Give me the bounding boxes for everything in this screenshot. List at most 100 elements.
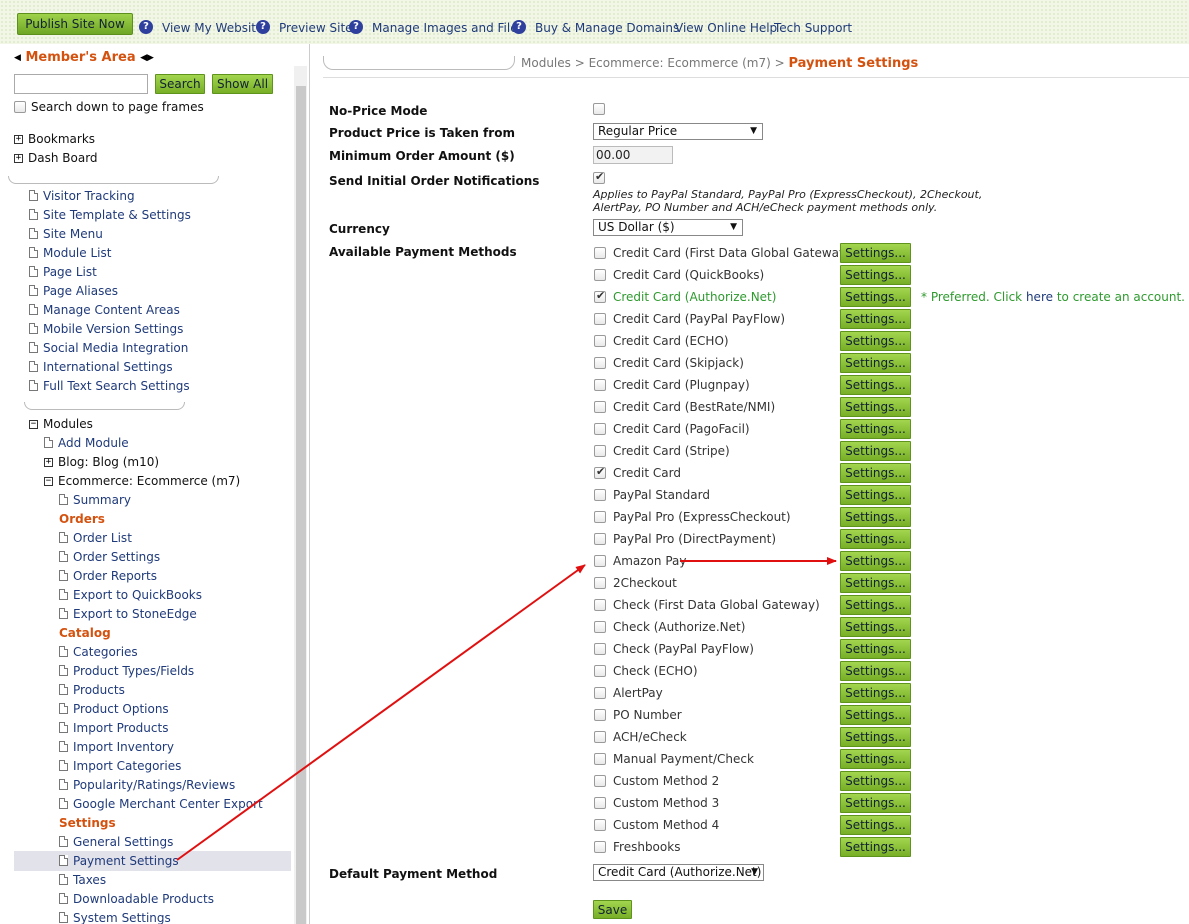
site-nav-link[interactable]: International Settings <box>29 358 173 376</box>
payment-method-checkbox[interactable] <box>594 555 606 567</box>
payment-method-settings-button[interactable]: Settings... <box>840 617 911 637</box>
payment-method-settings-button[interactable]: Settings... <box>840 661 911 681</box>
payment-method-settings-button[interactable]: Settings... <box>840 485 911 505</box>
payment-method-settings-button[interactable]: Settings... <box>840 727 911 747</box>
site-nav-link[interactable]: Site Template & Settings <box>29 206 191 224</box>
expand-icon[interactable]: + <box>14 154 23 163</box>
payment-method-checkbox[interactable] <box>594 379 606 391</box>
site-nav-link[interactable]: Module List <box>29 244 111 262</box>
orders-nav-link[interactable]: Order Reports <box>59 567 157 585</box>
orders-nav-link[interactable]: Order Settings <box>59 548 160 566</box>
expand-icon[interactable]: + <box>14 135 23 144</box>
payment-method-checkbox[interactable] <box>594 775 606 787</box>
payment-method-settings-button[interactable]: Settings... <box>840 837 911 857</box>
payment-method-checkbox[interactable] <box>594 357 606 369</box>
modules-item[interactable]: Modules <box>43 417 93 431</box>
site-nav-link[interactable]: Page List <box>29 263 97 281</box>
payment-method-settings-button[interactable]: Settings... <box>840 441 911 461</box>
payment-method-checkbox[interactable] <box>594 665 606 677</box>
catalog-nav-link[interactable]: Google Merchant Center Export <box>59 795 263 813</box>
online-help-link[interactable]: View Online Help <box>675 21 777 35</box>
payment-method-settings-button[interactable]: Settings... <box>840 419 911 439</box>
orders-nav-link[interactable]: Order List <box>59 529 132 547</box>
arrow-left-icon[interactable]: ◀ <box>140 53 147 63</box>
sidebar-search-input[interactable] <box>14 74 148 94</box>
payment-method-checkbox[interactable] <box>594 577 606 589</box>
payment-method-checkbox[interactable] <box>594 797 606 809</box>
create-account-link[interactable]: here <box>1026 290 1053 304</box>
collapse-icon[interactable]: − <box>44 477 53 486</box>
site-nav-link[interactable]: Mobile Version Settings <box>29 320 183 338</box>
payment-method-settings-button[interactable]: Settings... <box>840 595 911 615</box>
payment-method-checkbox[interactable] <box>594 841 606 853</box>
collapse-icon[interactable]: − <box>29 420 38 429</box>
manage-domains-link[interactable]: Buy & Manage Domains <box>535 21 679 35</box>
payment-method-settings-button[interactable]: Settings... <box>840 793 911 813</box>
payment-method-settings-button[interactable]: Settings... <box>840 331 911 351</box>
payment-method-checkbox[interactable] <box>594 753 606 765</box>
payment-method-checkbox[interactable] <box>594 599 606 611</box>
site-nav-link[interactable]: Manage Content Areas <box>29 301 180 319</box>
payment-method-checkbox[interactable] <box>594 269 606 281</box>
catalog-nav-link[interactable]: Popularity/Ratings/Reviews <box>59 776 235 794</box>
site-nav-link[interactable]: Page Aliases <box>29 282 118 300</box>
payment-method-checkbox[interactable] <box>594 489 606 501</box>
save-button[interactable]: Save <box>593 900 632 919</box>
default-method-select[interactable]: Credit Card (Authorize.Net) ▼ <box>593 864 764 881</box>
payment-method-checkbox[interactable] <box>594 313 606 325</box>
payment-method-settings-button[interactable]: Settings... <box>840 287 911 307</box>
payment-method-checkbox[interactable] <box>594 533 606 545</box>
arrow-left-icon[interactable]: ◀ <box>14 53 21 63</box>
arrow-right-icon[interactable]: ▶ <box>147 53 154 63</box>
payment-method-settings-button[interactable]: Settings... <box>840 683 911 703</box>
payment-method-settings-button[interactable]: Settings... <box>840 551 911 571</box>
bookmarks-item[interactable]: Bookmarks <box>28 132 95 146</box>
site-nav-link[interactable]: Social Media Integration <box>29 339 188 357</box>
search-frames-checkbox[interactable] <box>14 101 26 113</box>
view-website-link[interactable]: View My Website <box>162 21 263 35</box>
manage-images-link[interactable]: Manage Images and Files <box>372 21 524 35</box>
payment-method-checkbox[interactable] <box>594 709 606 721</box>
payment-method-settings-button[interactable]: Settings... <box>840 353 911 373</box>
payment-method-settings-button[interactable]: Settings... <box>840 375 911 395</box>
catalog-nav-link[interactable]: Import Products <box>59 719 168 737</box>
no-price-mode-checkbox[interactable] <box>593 103 605 115</box>
payment-method-checkbox[interactable] <box>594 247 606 259</box>
site-nav-link[interactable]: Site Menu <box>29 225 103 243</box>
payment-method-checkbox[interactable] <box>594 465 606 479</box>
payment-method-checkbox[interactable] <box>594 819 606 831</box>
payment-method-checkbox[interactable] <box>594 401 606 413</box>
send-notifications-checkbox[interactable] <box>593 170 605 184</box>
catalog-nav-link[interactable]: Products <box>59 681 125 699</box>
tech-support-link[interactable]: Tech Support <box>774 21 852 35</box>
payment-method-checkbox[interactable] <box>594 511 606 523</box>
add-module-link[interactable]: Add Module <box>44 434 129 452</box>
breadcrumb-path[interactable]: Modules > Ecommerce: Ecommerce (m7) > <box>521 56 785 70</box>
payment-method-settings-button[interactable]: Settings... <box>840 397 911 417</box>
search-button[interactable]: Search <box>155 74 205 94</box>
payment-method-checkbox[interactable] <box>594 423 606 435</box>
settings-nav-link[interactable]: Taxes <box>59 871 106 889</box>
expand-icon[interactable]: + <box>44 458 53 467</box>
min-order-field[interactable]: 00.00 <box>593 146 673 164</box>
catalog-nav-link[interactable]: Categories <box>59 643 138 661</box>
payment-method-settings-button[interactable]: Settings... <box>840 309 911 329</box>
catalog-nav-link[interactable]: Import Inventory <box>59 738 174 756</box>
currency-select[interactable]: US Dollar ($) ▼ <box>593 219 743 236</box>
publish-site-button[interactable]: Publish Site Now <box>17 13 133 35</box>
summary-link[interactable]: Summary <box>59 491 131 509</box>
help-icon[interactable]: ? <box>256 20 270 34</box>
catalog-nav-link[interactable]: Import Categories <box>59 757 181 775</box>
catalog-nav-link[interactable]: Product Types/Fields <box>59 662 194 680</box>
preview-site-link[interactable]: Preview Site <box>279 21 353 35</box>
orders-nav-link[interactable]: Export to StoneEdge <box>59 605 197 623</box>
payment-method-settings-button[interactable]: Settings... <box>840 507 911 527</box>
payment-method-settings-button[interactable]: Settings... <box>840 749 911 769</box>
price-source-select[interactable]: Regular Price ▼ <box>593 123 763 140</box>
payment-method-settings-button[interactable]: Settings... <box>840 771 911 791</box>
help-icon[interactable]: ? <box>139 20 153 34</box>
payment-method-checkbox[interactable] <box>594 643 606 655</box>
catalog-nav-link[interactable]: Product Options <box>59 700 169 718</box>
payment-method-checkbox[interactable] <box>594 731 606 743</box>
payment-method-settings-button[interactable]: Settings... <box>840 265 911 285</box>
